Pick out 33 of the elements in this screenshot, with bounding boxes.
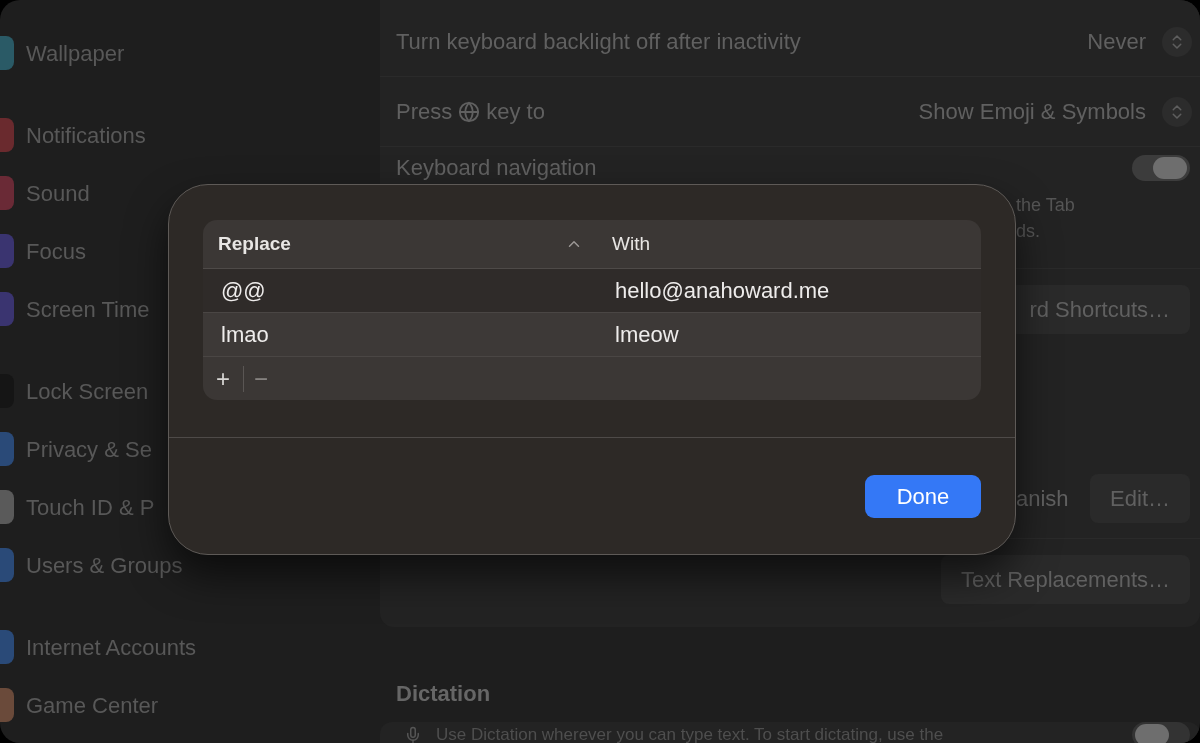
popup-value[interactable]: Never <box>1087 25 1146 58</box>
add-button[interactable]: + <box>213 360 233 397</box>
toggle-switch[interactable] <box>1132 722 1190 743</box>
sidebar-item[interactable]: Users & Groups <box>26 548 183 582</box>
sidebar-item[interactable]: Screen Time <box>26 292 150 326</box>
table-cell[interactable]: lmeow <box>597 318 679 351</box>
table-cell[interactable]: @@ <box>203 274 597 307</box>
globe-icon <box>458 100 481 123</box>
sidebar-item[interactable]: Wallpaper <box>26 36 125 70</box>
remove-button[interactable]: − <box>254 360 269 397</box>
sidebar-item[interactable]: Lock Screen <box>26 374 149 408</box>
sidebar-item[interactable]: Focus <box>26 234 86 268</box>
sidebar-item[interactable]: Internet Accounts <box>26 630 196 664</box>
column-header[interactable]: Replace <box>203 229 597 259</box>
stepper-icon[interactable] <box>1162 26 1192 57</box>
table-cell[interactable]: hello@anahoward.me <box>597 274 830 307</box>
table-cell[interactable]: lmao <box>203 318 597 351</box>
done-button[interactable]: Done <box>865 475 981 518</box>
toggle-switch[interactable] <box>1132 154 1190 181</box>
setting-label: key to <box>486 98 545 126</box>
stepper-icon[interactable] <box>1162 96 1192 127</box>
sidebar-item[interactable]: Game Center <box>26 688 159 722</box>
setting-label: Press <box>396 98 453 126</box>
setting-label: Turn keyboard backlight off after inactivity <box>396 28 801 56</box>
popup-value[interactable]: Show Emoji & Symbols <box>918 95 1146 128</box>
sidebar-item[interactable]: Notifications <box>26 118 146 152</box>
setting-label: anish <box>1016 485 1069 513</box>
section-heading: Dictation <box>396 680 492 708</box>
setting-label: Keyboard navigation <box>396 154 597 182</box>
microphone-icon <box>404 726 422 743</box>
column-header[interactable]: With <box>597 229 650 259</box>
sidebar-item[interactable]: Privacy & Se <box>26 432 152 466</box>
sidebar-item[interactable]: Sound <box>26 176 90 210</box>
